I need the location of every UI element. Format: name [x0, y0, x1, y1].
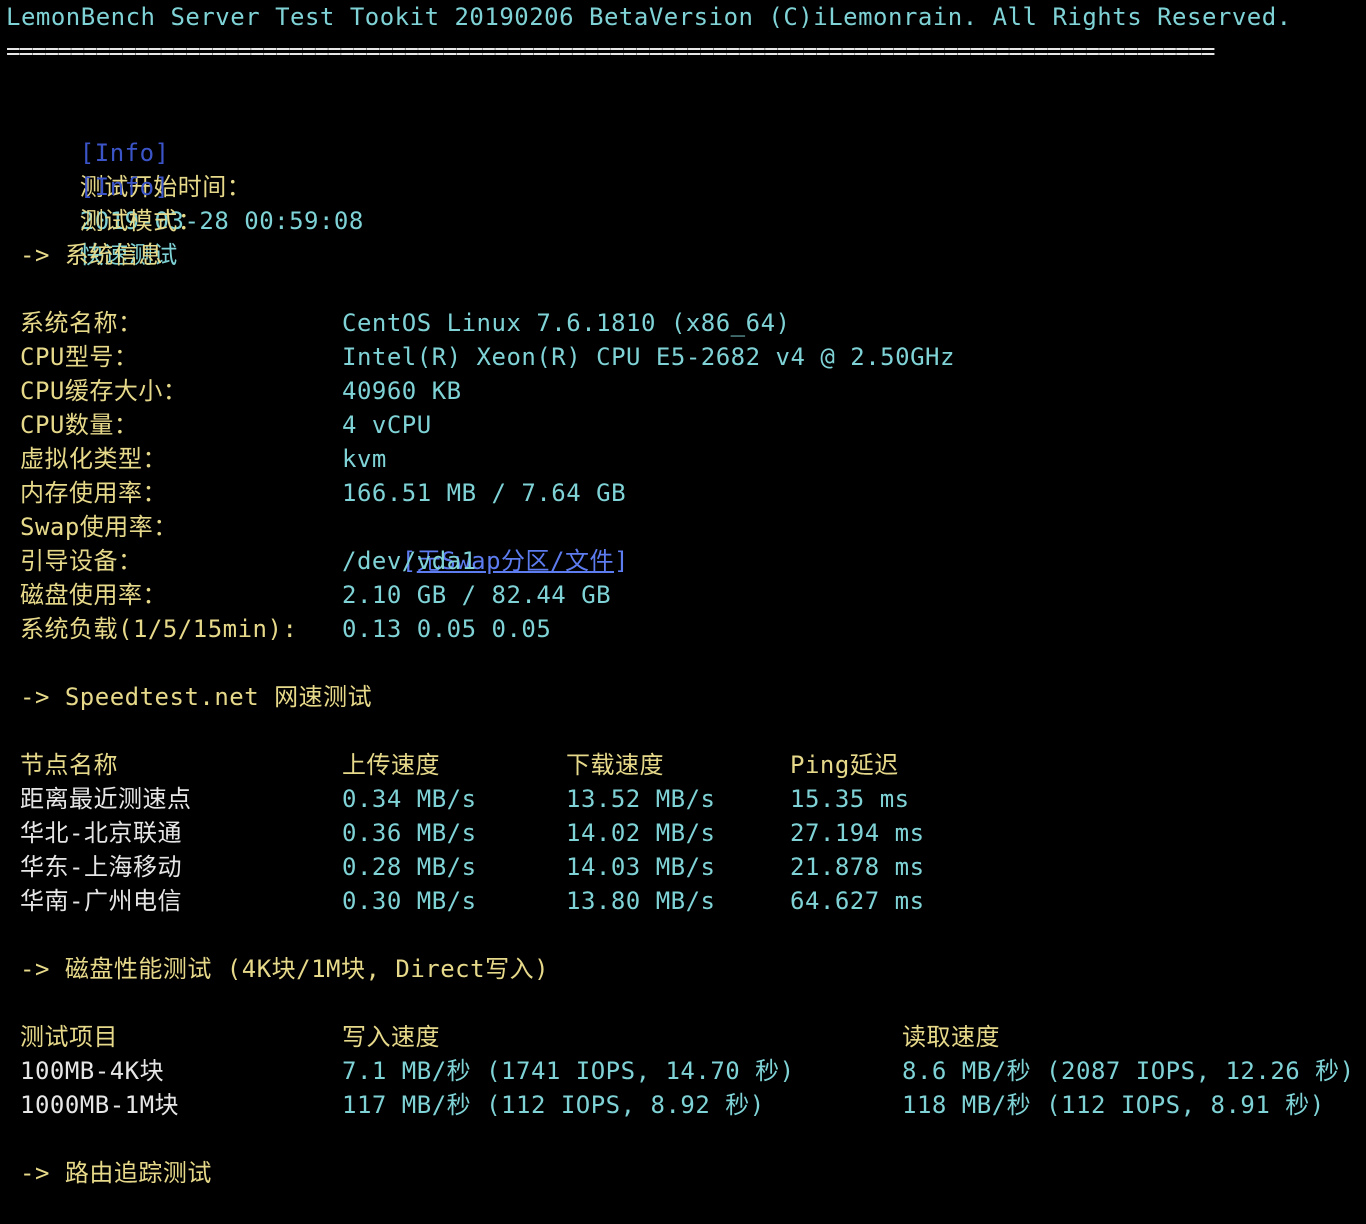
sys-label-disk: 磁盘使用率： [20, 581, 167, 609]
sys-label-boot: 引导设备： [20, 547, 143, 575]
disk-row-read: 118 MB/秒 (112 IOPS, 8.91 秒) [902, 1091, 1325, 1119]
speed-row-ping: 64.627 ms [790, 887, 925, 915]
speed-row-upload: 0.36 MB/s [342, 819, 477, 847]
disk-header-read: 读取速度 [902, 1023, 1000, 1051]
banner-title: LemonBench Server Test Tookit 20190206 B… [6, 3, 1292, 31]
sys-label-swap: Swap使用率： [20, 513, 178, 541]
speed-row-upload: 0.28 MB/s [342, 853, 477, 881]
sys-label-memory: 内存使用率： [20, 479, 167, 507]
speedtest-section-title: -> Speedtest.net 网速测试 [20, 683, 373, 711]
terminal-window[interactable]: LemonBench Server Test Tookit 20190206 B… [0, 0, 1366, 1224]
speed-header-download: 下载速度 [566, 751, 664, 779]
info-mode-line: [Info] 测试模式： 快速测试 [20, 136, 202, 269]
sys-value-cpu-cache: 40960 KB [342, 377, 462, 405]
speed-row-node: 华南-广州电信 [20, 887, 182, 915]
sys-label-load: 系统负载(1/5/15min): [20, 615, 298, 643]
speed-row-ping: 15.35 ms [790, 785, 910, 813]
speed-row-download: 13.52 MB/s [566, 785, 716, 813]
sys-value-swap: [无Swap分区/文件] [342, 510, 629, 575]
banner-rule: ========================================… [6, 37, 1215, 65]
sys-value-os: CentOS Linux 7.6.1810 (x86_64) [342, 309, 791, 337]
speed-row-download: 13.80 MB/s [566, 887, 716, 915]
sys-label-virt: 虚拟化类型： [20, 445, 167, 473]
sys-value-cpu-count: 4 vCPU [342, 411, 432, 439]
sys-label-cpu-model: CPU型号： [20, 343, 139, 371]
speed-header-upload: 上传速度 [342, 751, 440, 779]
test-mode-label: 测试模式： [79, 207, 203, 235]
speed-row-upload: 0.34 MB/s [342, 785, 477, 813]
speed-row-node: 距离最近测速点 [20, 785, 192, 813]
sys-value-load: 0.13 0.05 0.05 [342, 615, 552, 643]
sys-value-memory: 166.51 MB / 7.64 GB [342, 479, 627, 507]
disk-row-item: 100MB-4K块 [20, 1057, 165, 1085]
disk-row-item: 1000MB-1M块 [20, 1091, 180, 1119]
swap-bracket-close: ] [614, 547, 629, 575]
sys-label-cpu-cache: CPU缓存大小： [20, 377, 188, 405]
system-section-title: -> 系统信息 [20, 241, 163, 269]
disk-row-write: 7.1 MB/秒 (1741 IOPS, 14.70 秒) [342, 1057, 795, 1085]
disk-header-item: 测试项目 [20, 1023, 118, 1051]
speed-row-ping: 27.194 ms [790, 819, 925, 847]
speed-row-node: 华北-北京联通 [20, 819, 182, 847]
disk-header-write: 写入速度 [342, 1023, 440, 1051]
disk-section-title: -> 磁盘性能测试 (4K块/1M块, Direct写入) [20, 955, 550, 983]
sys-label-cpu-count: CPU数量： [20, 411, 139, 439]
sys-value-disk: 2.10 GB / 82.44 GB [342, 581, 612, 609]
speed-row-upload: 0.30 MB/s [342, 887, 477, 915]
info-tag: [Info] [79, 173, 170, 201]
speed-row-ping: 21.878 ms [790, 853, 925, 881]
sys-value-virt: kvm [342, 445, 387, 473]
disk-row-write: 117 MB/秒 (112 IOPS, 8.92 秒) [342, 1091, 765, 1119]
speed-header-node: 节点名称 [20, 751, 118, 779]
disk-row-read: 8.6 MB/秒 (2087 IOPS, 12.26 秒) [902, 1057, 1355, 1085]
speed-header-ping: Ping延迟 [790, 751, 899, 779]
route-section-title: -> 路由追踪测试 [20, 1159, 212, 1187]
info-start-line: [Info] 测试开始时间： 2019-03-28 00:59:08 [20, 102, 364, 235]
sys-value-cpu-model: Intel(R) Xeon(R) CPU E5-2682 v4 @ 2.50GH… [342, 343, 955, 371]
speed-row-download: 14.02 MB/s [566, 819, 716, 847]
sys-value-boot: /dev/vda1 [342, 547, 477, 575]
speed-row-download: 14.03 MB/s [566, 853, 716, 881]
sys-label-os: 系统名称： [20, 309, 143, 337]
speed-row-node: 华东-上海移动 [20, 853, 182, 881]
